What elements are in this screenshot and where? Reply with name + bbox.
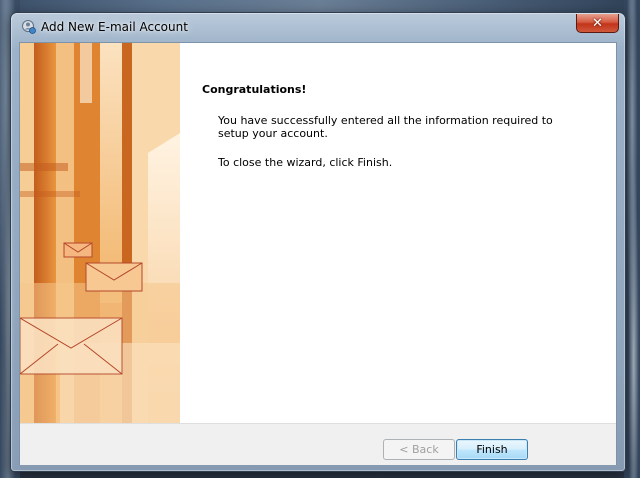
desktop-background-right xyxy=(624,0,640,478)
wizard-client-area: Congratulations! You have successfully e… xyxy=(19,42,617,465)
add-account-dialog: Add New E-mail Account ✕ Congratulations… xyxy=(10,12,626,472)
window-title: Add New E-mail Account xyxy=(41,20,188,34)
outlook-account-icon xyxy=(21,19,37,35)
envelope-icon xyxy=(20,242,143,375)
close-button[interactable]: ✕ xyxy=(576,14,619,33)
close-icon: ✕ xyxy=(592,15,603,31)
finish-button[interactable]: Finish xyxy=(456,439,528,460)
back-button[interactable]: < Back xyxy=(383,439,455,460)
title-bar[interactable]: Add New E-mail Account ✕ xyxy=(11,13,625,41)
success-message: You have successfully entered all the in… xyxy=(218,114,553,140)
wizard-banner-image xyxy=(20,43,180,423)
congratulations-heading: Congratulations! xyxy=(202,83,307,96)
wizard-content: Congratulations! You have successfully e… xyxy=(202,83,602,185)
finish-instruction: To close the wizard, click Finish. xyxy=(218,156,393,169)
wizard-footer: < Back Finish xyxy=(20,423,616,465)
